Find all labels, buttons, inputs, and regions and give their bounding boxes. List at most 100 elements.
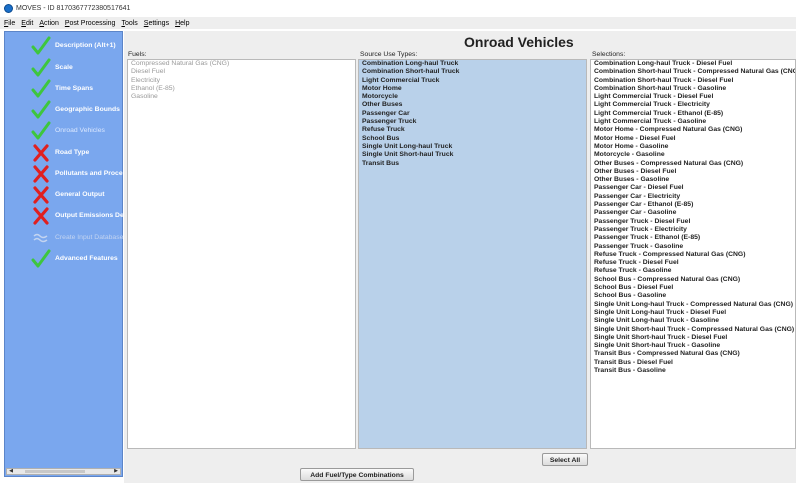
- selection-list-item[interactable]: Combination Long-haul Truck - Diesel Fue…: [591, 60, 795, 68]
- selection-list-item[interactable]: Transit Bus - Diesel Fuel: [591, 359, 795, 367]
- fuel-list-item[interactable]: Gasoline: [128, 93, 355, 101]
- fuel-list-item[interactable]: Compressed Natural Gas (CNG): [128, 60, 355, 68]
- source-use-type-list-item[interactable]: Combination Short-haul Truck: [359, 68, 586, 76]
- sidebar-item-label: Scale: [55, 64, 73, 71]
- scroll-left-icon[interactable]: ◀: [7, 469, 15, 474]
- selection-list-item[interactable]: Passenger Truck - Gasoline: [591, 243, 795, 251]
- menu-item[interactable]: File: [4, 20, 15, 27]
- menu-item[interactable]: Edit: [21, 20, 33, 27]
- sidebar-item[interactable]: Output Emissions Detail: [5, 206, 125, 226]
- menu-item[interactable]: Help: [175, 20, 189, 27]
- fuels-list[interactable]: Compressed Natural Gas (CNG) Diesel Fuel E…: [127, 59, 356, 449]
- source-use-type-list-item[interactable]: Motorcycle: [359, 93, 586, 101]
- selection-list-item[interactable]: Single Unit Short-haul Truck - Gasoline: [591, 342, 795, 350]
- menu-item[interactable]: Settings: [144, 20, 169, 27]
- source-use-type-list-item[interactable]: Single Unit Short-haul Truck: [359, 151, 586, 159]
- selection-list-item[interactable]: Passenger Car - Gasoline: [591, 209, 795, 217]
- selection-list-item[interactable]: Combination Short-haul Truck - Compresse…: [591, 68, 795, 76]
- selection-list-item[interactable]: Single Unit Long-haul Truck - Compressed…: [591, 301, 795, 309]
- check-icon: [31, 121, 51, 141]
- selection-list-item[interactable]: Transit Bus - Gasoline: [591, 367, 795, 375]
- scroll-thumb[interactable]: [25, 470, 85, 473]
- selection-list-item[interactable]: Other Buses - Gasoline: [591, 176, 795, 184]
- selection-list-item[interactable]: Combination Short-haul Truck - Diesel Fu…: [591, 77, 795, 85]
- page-title: Onroad Vehicles: [464, 34, 574, 50]
- source-use-type-list-item[interactable]: Other Buses: [359, 101, 586, 109]
- x-icon: [31, 206, 51, 226]
- selection-list-item[interactable]: Passenger Car - Ethanol (E-85): [591, 201, 795, 209]
- selection-list-item[interactable]: Passenger Truck - Ethanol (E-85): [591, 234, 795, 242]
- menu-item[interactable]: Action: [39, 20, 58, 27]
- fuel-list-item[interactable]: Ethanol (E-85): [128, 85, 355, 93]
- selection-list-item[interactable]: School Bus - Diesel Fuel: [591, 284, 795, 292]
- main-panel: Onroad Vehicles Fuels: Source Use Types:…: [124, 31, 796, 483]
- sidebar-item[interactable]: Onroad Vehicles: [5, 121, 124, 141]
- selection-list-item[interactable]: Passenger Car - Electricity: [591, 193, 795, 201]
- menu-label: dit: [25, 19, 34, 27]
- selection-list-item[interactable]: Motorcycle - Gasoline: [591, 151, 795, 159]
- sidebar-item[interactable]: Time Spans: [5, 79, 124, 99]
- sidebar-item-label: Pollutants and Processes: [55, 170, 125, 177]
- selection-list-item[interactable]: Motor Home - Diesel Fuel: [591, 135, 795, 143]
- menu-item[interactable]: Post Processing: [65, 20, 116, 27]
- source-use-type-list-item[interactable]: School Bus: [359, 135, 586, 143]
- sidebar-item[interactable]: Pollutants and Processes: [5, 164, 125, 184]
- sidebar-item-label: Road Type: [55, 149, 90, 156]
- menu-label: ction: [44, 19, 59, 27]
- menu-bar: File Edit Action Post Processing Tools Settin…: [0, 17, 796, 29]
- selection-list-item[interactable]: Light Commercial Truck - Gasoline: [591, 118, 795, 126]
- selection-list-item[interactable]: Single Unit Long-haul Truck - Diesel Fue…: [591, 309, 795, 317]
- sidebar-horizontal-scrollbar[interactable]: ◀ ▶: [6, 468, 121, 475]
- sidebar-item[interactable]: Geographic Bounds: [5, 100, 124, 120]
- fuel-list-item[interactable]: Electricity: [128, 77, 355, 85]
- sidebar-item[interactable]: Road Type: [5, 143, 124, 163]
- source-use-type-list-item[interactable]: Motor Home: [359, 85, 586, 93]
- selection-list-item[interactable]: Other Buses - Diesel Fuel: [591, 168, 795, 176]
- sidebar-item-label: Geographic Bounds: [55, 106, 120, 113]
- select-all-button[interactable]: Select All: [542, 453, 588, 466]
- add-fuel-type-combinations-button[interactable]: Add Fuel/Type Combinations: [300, 468, 414, 481]
- source-use-type-list-item[interactable]: Light Commercial Truck: [359, 77, 586, 85]
- source-use-type-list-item[interactable]: Combination Long-haul Truck: [359, 60, 586, 68]
- menu-item[interactable]: Tools: [121, 20, 137, 27]
- selection-list-item[interactable]: Refuse Truck - Diesel Fuel: [591, 259, 795, 267]
- selection-list-item[interactable]: Light Commercial Truck - Electricity: [591, 101, 795, 109]
- selection-list-item[interactable]: Motor Home - Compressed Natural Gas (CNG…: [591, 126, 795, 134]
- selection-list-item[interactable]: Single Unit Long-haul Truck - Gasoline: [591, 317, 795, 325]
- selection-list-item[interactable]: Passenger Truck - Diesel Fuel: [591, 218, 795, 226]
- sidebar-item-label: Output Emissions Detail: [55, 212, 125, 219]
- selection-list-item[interactable]: Other Buses - Compressed Natural Gas (CN…: [591, 160, 795, 168]
- selection-list-item[interactable]: Passenger Truck - Electricity: [591, 226, 795, 234]
- selection-list-item[interactable]: School Bus - Gasoline: [591, 292, 795, 300]
- source-use-types-list[interactable]: Combination Long-haul Truck Combination S…: [358, 59, 587, 449]
- sidebar-item[interactable]: General Output: [5, 185, 124, 205]
- source-use-type-list-item[interactable]: Single Unit Long-haul Truck: [359, 143, 586, 151]
- sidebar-item[interactable]: Description (Alt+1): [5, 36, 124, 56]
- sidebar-item[interactable]: Scale: [5, 58, 124, 78]
- title-bar: MOVES - ID 8170367772380517641: [0, 0, 796, 17]
- sidebar: ◀ ▶ Description (Alt+1) Scale Time Spans Ge…: [4, 31, 125, 477]
- selections-list[interactable]: Combination Long-haul Truck - Diesel Fue…: [590, 59, 796, 449]
- selection-list-item[interactable]: Passenger Car - Diesel Fuel: [591, 184, 795, 192]
- source-use-type-list-item[interactable]: Passenger Truck: [359, 118, 586, 126]
- selection-list-item[interactable]: Refuse Truck - Compressed Natural Gas (C…: [591, 251, 795, 259]
- selection-list-item[interactable]: Single Unit Short-haul Truck - Compresse…: [591, 326, 795, 334]
- selection-list-item[interactable]: Combination Short-haul Truck - Gasoline: [591, 85, 795, 93]
- scroll-right-icon[interactable]: ▶: [112, 469, 120, 474]
- source-use-type-list-item[interactable]: Refuse Truck: [359, 126, 586, 134]
- sidebar-item[interactable]: Advanced Features: [5, 249, 124, 269]
- selection-list-item[interactable]: Single Unit Short-haul Truck - Diesel Fu…: [591, 334, 795, 342]
- selection-list-item[interactable]: Refuse Truck - Gasoline: [591, 267, 795, 275]
- source-use-type-list-item[interactable]: Passenger Car: [359, 110, 586, 118]
- selection-list-item[interactable]: Transit Bus - Compressed Natural Gas (CN…: [591, 350, 795, 358]
- fuel-list-item[interactable]: Diesel Fuel: [128, 68, 355, 76]
- source-use-type-list-item[interactable]: Transit Bus: [359, 160, 586, 168]
- sidebar-item[interactable]: Create Input Database: [5, 228, 124, 248]
- x-icon: [31, 143, 51, 163]
- check-icon: [31, 79, 51, 99]
- selection-list-item[interactable]: Motor Home - Gasoline: [591, 143, 795, 151]
- selection-list-item[interactable]: Light Commercial Truck - Diesel Fuel: [591, 93, 795, 101]
- sidebar-item-label: Advanced Features: [55, 255, 118, 262]
- selection-list-item[interactable]: School Bus - Compressed Natural Gas (CNG…: [591, 276, 795, 284]
- selection-list-item[interactable]: Light Commercial Truck - Ethanol (E-85): [591, 110, 795, 118]
